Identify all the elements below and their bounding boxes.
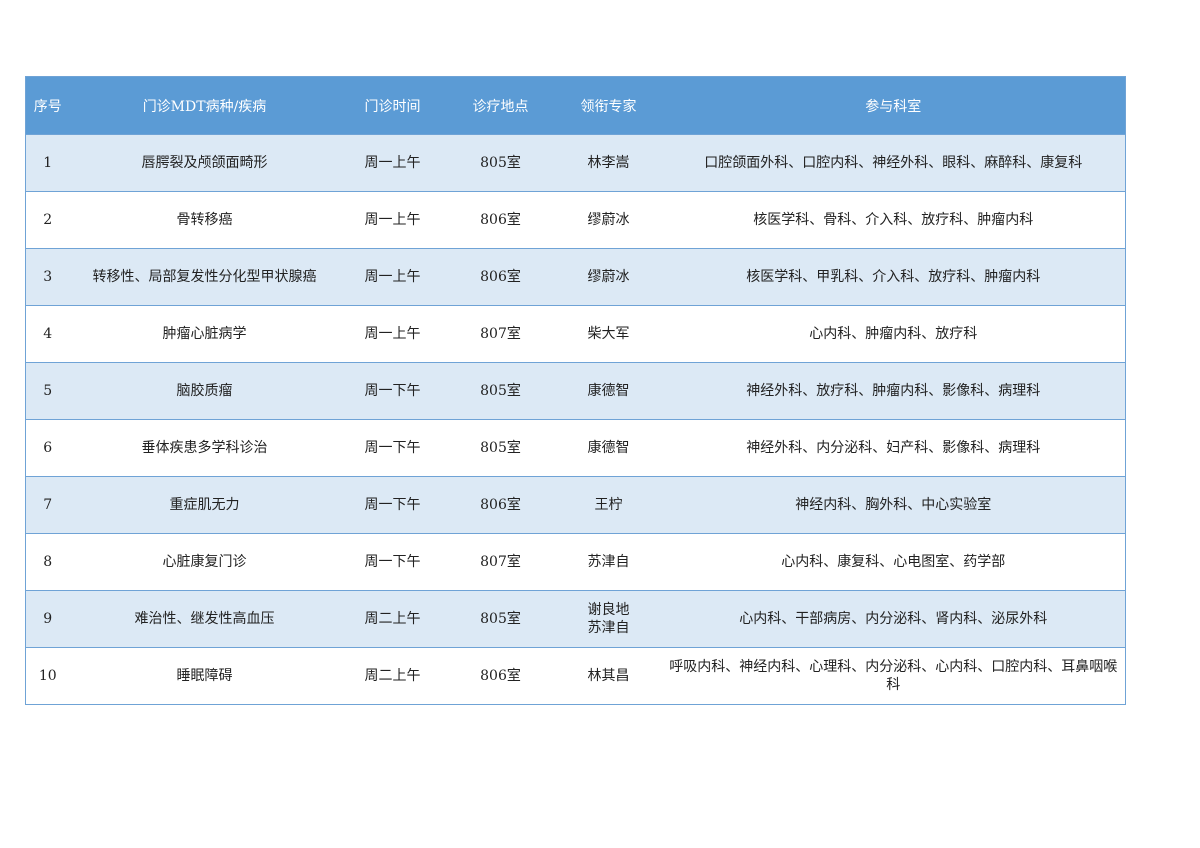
expert-name: 康德智 <box>587 383 630 399</box>
cell-no: 9 <box>25 590 70 648</box>
header-expert: 领衔专家 <box>555 76 662 135</box>
cell-departments: 神经外科、内分泌科、妇产科、影像科、病理科 <box>661 419 1126 477</box>
table-row: 8 心脏康复门诊 周一下午 807室 苏津自 心内科、康复科、心电图室、药学部 <box>25 533 1126 591</box>
table-header-row: 序号 门诊MDT病种/疾病 门诊时间 诊疗地点 领衔专家 参与科室 <box>25 76 1126 135</box>
cell-departments: 心内科、干部病房、内分泌科、肾内科、泌尿外科 <box>661 590 1126 648</box>
cell-time: 周一上午 <box>339 134 446 192</box>
cell-expert: 康德智 <box>555 362 662 420</box>
cell-departments: 口腔颌面外科、口腔内科、神经外科、眼科、麻醉科、康复科 <box>661 134 1126 192</box>
expert-name: 康德智 <box>587 440 630 456</box>
cell-no: 7 <box>25 476 70 534</box>
cell-place: 805室 <box>445 590 556 648</box>
expert-name: 缪蔚冰 <box>587 212 630 228</box>
header-no: 序号 <box>25 76 70 135</box>
cell-departments: 核医学科、骨科、介入科、放疗科、肿瘤内科 <box>661 191 1126 249</box>
cell-expert: 林其昌 <box>555 647 662 705</box>
header-disease: 门诊MDT病种/疾病 <box>69 76 340 135</box>
cell-expert: 苏津自 <box>555 533 662 591</box>
expert-name: 林其昌 <box>587 668 630 684</box>
expert-name: 王柠 <box>594 497 623 513</box>
cell-place: 805室 <box>445 134 556 192</box>
page: 序号 门诊MDT病种/疾病 门诊时间 诊疗地点 领衔专家 参与科室 1 唇腭裂及颅… <box>0 0 1200 848</box>
mdt-schedule-table: 序号 门诊MDT病种/疾病 门诊时间 诊疗地点 领衔专家 参与科室 1 唇腭裂及颅… <box>25 76 1126 705</box>
table-row: 10 睡眠障碍 周二上午 806室 林其昌 呼吸内科、神经内科、心理科、内分泌科、心内科、… <box>25 647 1126 705</box>
cell-expert: 柴大军 <box>555 305 662 363</box>
cell-place: 807室 <box>445 533 556 591</box>
cell-place: 806室 <box>445 248 556 306</box>
cell-time: 周一下午 <box>339 476 446 534</box>
cell-no: 10 <box>25 647 70 705</box>
cell-disease: 重症肌无力 <box>69 476 340 534</box>
cell-place: 806室 <box>445 191 556 249</box>
table-row: 9 难治性、继发性高血压 周二上午 805室 谢良地 苏津自 心内科、干部病房、内分泌科、肾… <box>25 590 1126 648</box>
cell-no: 1 <box>25 134 70 192</box>
cell-time: 周一上午 <box>339 248 446 306</box>
table-row: 3 转移性、局部复发性分化型甲状腺癌 周一上午 806室 缪蔚冰 核医学科、甲乳科、介入科… <box>25 248 1126 306</box>
table-row: 5 脑胶质瘤 周一下午 805室 康德智 神经外科、放疗科、肿瘤内科、影像科、病理科 <box>25 362 1126 420</box>
cell-place: 806室 <box>445 476 556 534</box>
cell-disease: 唇腭裂及颅颌面畸形 <box>69 134 340 192</box>
cell-place: 805室 <box>445 362 556 420</box>
cell-departments: 心内科、康复科、心电图室、药学部 <box>661 533 1126 591</box>
cell-time: 周二上午 <box>339 647 446 705</box>
cell-no: 2 <box>25 191 70 249</box>
cell-time: 周一下午 <box>339 419 446 477</box>
cell-disease: 垂体疾患多学科诊治 <box>69 419 340 477</box>
table-row: 1 唇腭裂及颅颌面畸形 周一上午 805室 林李嵩 口腔颌面外科、口腔内科、神经外科、眼科… <box>25 134 1126 192</box>
expert-name: 林李嵩 <box>587 155 630 171</box>
cell-disease: 骨转移癌 <box>69 191 340 249</box>
cell-disease: 转移性、局部复发性分化型甲状腺癌 <box>69 248 340 306</box>
table-row: 7 重症肌无力 周一下午 806室 王柠 神经内科、胸外科、中心实验室 <box>25 476 1126 534</box>
cell-time: 周一上午 <box>339 305 446 363</box>
cell-no: 3 <box>25 248 70 306</box>
cell-no: 5 <box>25 362 70 420</box>
cell-time: 周一下午 <box>339 533 446 591</box>
cell-time: 周一下午 <box>339 362 446 420</box>
cell-departments: 核医学科、甲乳科、介入科、放疗科、肿瘤内科 <box>661 248 1126 306</box>
cell-place: 805室 <box>445 419 556 477</box>
expert-name: 谢良地 <box>587 602 630 618</box>
header-departments: 参与科室 <box>661 76 1126 135</box>
cell-expert: 林李嵩 <box>555 134 662 192</box>
table-row: 6 垂体疾患多学科诊治 周一下午 805室 康德智 神经外科、内分泌科、妇产科、影像科、病… <box>25 419 1126 477</box>
cell-disease: 难治性、继发性高血压 <box>69 590 340 648</box>
cell-disease: 睡眠障碍 <box>69 647 340 705</box>
cell-place: 807室 <box>445 305 556 363</box>
table-row: 2 骨转移癌 周一上午 806室 缪蔚冰 核医学科、骨科、介入科、放疗科、肿瘤内科 <box>25 191 1126 249</box>
expert-name: 柴大军 <box>587 326 630 342</box>
cell-time: 周一上午 <box>339 191 446 249</box>
cell-departments: 神经外科、放疗科、肿瘤内科、影像科、病理科 <box>661 362 1126 420</box>
cell-expert: 谢良地 苏津自 <box>555 590 662 648</box>
cell-disease: 心脏康复门诊 <box>69 533 340 591</box>
cell-expert: 缪蔚冰 <box>555 191 662 249</box>
expert-name: 缪蔚冰 <box>587 269 630 285</box>
cell-no: 6 <box>25 419 70 477</box>
cell-no: 4 <box>25 305 70 363</box>
cell-expert: 康德智 <box>555 419 662 477</box>
cell-expert: 王柠 <box>555 476 662 534</box>
cell-disease: 肿瘤心脏病学 <box>69 305 340 363</box>
cell-place: 806室 <box>445 647 556 705</box>
cell-expert: 缪蔚冰 <box>555 248 662 306</box>
cell-departments: 呼吸内科、神经内科、心理科、内分泌科、心内科、口腔内科、耳鼻咽喉科 <box>661 647 1126 705</box>
cell-departments: 心内科、肿瘤内科、放疗科 <box>661 305 1126 363</box>
expert-name: 苏津自 <box>587 620 630 636</box>
cell-time: 周二上午 <box>339 590 446 648</box>
cell-disease: 脑胶质瘤 <box>69 362 340 420</box>
cell-departments: 神经内科、胸外科、中心实验室 <box>661 476 1126 534</box>
table-body: 1 唇腭裂及颅颌面畸形 周一上午 805室 林李嵩 口腔颌面外科、口腔内科、神经外科、眼科… <box>25 134 1126 705</box>
header-time: 门诊时间 <box>339 76 446 135</box>
header-place: 诊疗地点 <box>445 76 556 135</box>
cell-no: 8 <box>25 533 70 591</box>
table-row: 4 肿瘤心脏病学 周一上午 807室 柴大军 心内科、肿瘤内科、放疗科 <box>25 305 1126 363</box>
expert-name: 苏津自 <box>587 554 630 570</box>
